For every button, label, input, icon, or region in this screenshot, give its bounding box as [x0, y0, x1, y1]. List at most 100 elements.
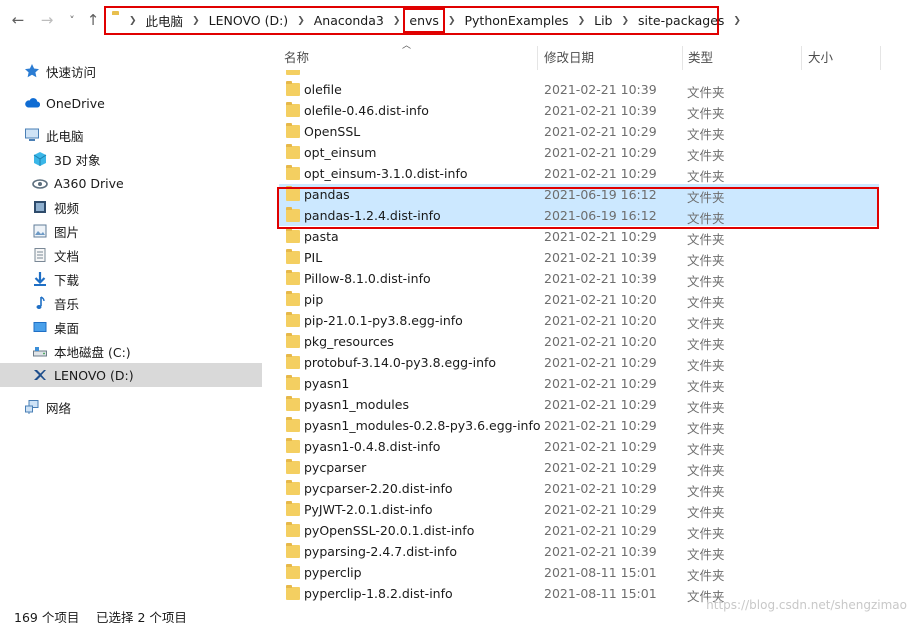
file-type: 文件夹 — [687, 463, 725, 478]
table-row[interactable]: pkg_resources 2021-02-21 10:20 文件夹 — [279, 331, 879, 352]
file-date: 2021-02-21 10:39 — [544, 82, 657, 97]
cube-icon — [32, 151, 48, 167]
table-row[interactable]: olefile 2021-02-21 10:39 文件夹 — [279, 79, 879, 100]
table-row[interactable]: PyJWT-2.0.1.dist-info 2021-02-21 10:29 文件夹 — [279, 499, 879, 520]
column-header-date[interactable]: 修改日期 — [539, 46, 683, 70]
folder-icon — [286, 102, 300, 117]
sidebar-item-label: 本地磁盘 (C:) — [54, 344, 131, 360]
folder-icon — [286, 501, 300, 516]
sidebar-item-videos[interactable]: 视频 — [0, 195, 262, 219]
table-row[interactable]: pyasn1 2021-02-21 10:29 文件夹 — [279, 373, 879, 394]
forward-arrow-icon[interactable]: → — [37, 10, 57, 30]
folder-icon — [286, 585, 300, 600]
file-name: pyasn1_modules-0.2.8-py3.6.egg-info — [304, 418, 541, 433]
network-icon — [24, 399, 40, 415]
file-type: 文件夹 — [687, 169, 725, 184]
breadcrumb-lenovo-drive[interactable]: LENOVO (D:) — [209, 13, 289, 28]
column-divider[interactable] — [537, 46, 538, 70]
breadcrumb-lib[interactable]: Lib — [594, 13, 612, 28]
breadcrumb-this-pc[interactable]: 此电脑 — [146, 11, 184, 30]
table-row[interactable]: Pillow-8.1.0.dist-info 2021-02-21 10:39 文件… — [279, 268, 879, 289]
recent-locations-chevron-icon[interactable]: ˅ — [62, 10, 82, 30]
sidebar-item-downloads[interactable]: 下载 — [0, 267, 262, 291]
file-name: pip — [304, 292, 324, 307]
sidebar-item-quick-access[interactable]: 快速访问 — [0, 59, 262, 83]
column-header-size[interactable]: 大小 — [803, 46, 879, 70]
table-row[interactable]: PIL 2021-02-21 10:39 文件夹 — [279, 247, 879, 268]
table-row[interactable]: pycparser 2021-02-21 10:29 文件夹 — [279, 457, 879, 478]
table-row[interactable]: olefile-0.46.dist-info 2021-02-21 10:39 文件… — [279, 100, 879, 121]
table-row[interactable]: pandas-1.2.4.dist-info 2021-06-19 16:12 文件… — [279, 205, 879, 226]
sidebar-item-a360-drive[interactable]: A360 Drive — [0, 171, 262, 195]
sidebar-item-lenovo-d[interactable]: LENOVO (D:) — [0, 363, 262, 387]
table-row[interactable]: pyasn1-0.4.8.dist-info 2021-02-21 10:29 文件… — [279, 436, 879, 457]
breadcrumb-pythonexamples[interactable]: PythonExamples — [464, 13, 568, 28]
address-bar[interactable]: ❯ 此电脑 ❯ LENOVO (D:) ❯ Anaconda3 ❯ envs ❯… — [104, 6, 741, 35]
table-row[interactable]: OpenSSL 2021-02-21 10:29 文件夹 — [279, 121, 879, 142]
file-name: olefile-0.46.dist-info — [304, 103, 429, 118]
file-type: 文件夹 — [687, 505, 725, 520]
folder-icon — [286, 354, 300, 369]
breadcrumb-anaconda3[interactable]: Anaconda3 — [314, 13, 384, 28]
table-row[interactable]: opt_einsum 2021-02-21 10:29 文件夹 — [279, 142, 879, 163]
sidebar-item-documents[interactable]: 文档 — [0, 243, 262, 267]
file-type: 文件夹 — [687, 85, 725, 100]
video-icon — [32, 199, 48, 215]
table-row[interactable]: protobuf-3.14.0-py3.8.egg-info 2021-02-21… — [279, 352, 879, 373]
file-type: 文件夹 — [687, 379, 725, 394]
file-name: pasta — [304, 229, 339, 244]
up-arrow-icon[interactable]: ↑ — [83, 10, 103, 30]
column-divider[interactable] — [801, 46, 802, 70]
breadcrumb-envs[interactable]: envs — [403, 8, 445, 33]
file-date: 2021-02-21 10:20 — [544, 313, 657, 328]
sidebar-item-desktop[interactable]: 桌面 — [0, 315, 262, 339]
table-row[interactable] — [279, 70, 879, 79]
folder-icon — [286, 123, 300, 138]
file-name: pycparser — [304, 460, 367, 475]
file-date: 2021-02-21 10:29 — [544, 145, 657, 160]
sidebar-item-onedrive[interactable]: OneDrive — [0, 91, 262, 115]
sidebar-item-local-disk-c[interactable]: 本地磁盘 (C:) — [0, 339, 262, 363]
table-row[interactable]: pasta 2021-02-21 10:29 文件夹 — [279, 226, 879, 247]
sidebar-item-music[interactable]: 音乐 — [0, 291, 262, 315]
sidebar-item-label: 音乐 — [54, 296, 80, 312]
folder-icon — [286, 270, 300, 285]
file-name: opt_einsum-3.1.0.dist-info — [304, 166, 468, 181]
navigation-bar: ← → ˅ ↑ ❯ 此电脑 ❯ LENOVO (D:) ❯ Anaconda3 … — [0, 0, 919, 51]
file-name: Pillow-8.1.0.dist-info — [304, 271, 431, 286]
table-row[interactable]: opt_einsum-3.1.0.dist-info 2021-02-21 10:… — [279, 163, 879, 184]
table-row[interactable]: pyparsing-2.4.7.dist-info 2021-02-21 10:3… — [279, 541, 879, 562]
file-type: 文件夹 — [687, 190, 725, 205]
file-date: 2021-02-21 10:29 — [544, 355, 657, 370]
folder-icon — [286, 480, 300, 495]
sidebar-item-3d-objects[interactable]: 3D 对象 — [0, 147, 262, 171]
breadcrumb-site-packages[interactable]: site-packages — [638, 13, 724, 28]
file-type: 文件夹 — [687, 148, 725, 163]
drive-icon — [32, 343, 48, 359]
sidebar-item-pictures[interactable]: 图片 — [0, 219, 262, 243]
table-row[interactable]: pandas 2021-06-19 16:12 文件夹 — [279, 184, 879, 205]
file-date: 2021-02-21 10:20 — [544, 292, 657, 307]
table-row[interactable]: pycparser-2.20.dist-info 2021-02-21 10:29… — [279, 478, 879, 499]
file-date: 2021-02-21 10:29 — [544, 166, 657, 181]
sidebar-item-this-pc[interactable]: 此电脑 — [0, 123, 262, 147]
file-name: pkg_resources — [304, 334, 394, 349]
table-row[interactable]: pyasn1_modules 2021-02-21 10:29 文件夹 — [279, 394, 879, 415]
file-name: pyasn1-0.4.8.dist-info — [304, 439, 441, 454]
sidebar-item-network[interactable]: 网络 — [0, 395, 262, 419]
file-type: 文件夹 — [687, 358, 725, 373]
file-list: olefile 2021-02-21 10:39 文件夹 olefile-0.46.d… — [279, 70, 882, 605]
table-row[interactable]: pip 2021-02-21 10:20 文件夹 — [279, 289, 879, 310]
column-header-name[interactable]: 名称 — [279, 46, 537, 70]
table-row[interactable]: pyasn1_modules-0.2.8-py3.6.egg-info 2021-… — [279, 415, 879, 436]
file-type: 文件夹 — [687, 274, 725, 289]
column-divider[interactable] — [880, 46, 881, 70]
table-row[interactable]: pyperclip 2021-08-11 15:01 文件夹 — [279, 562, 879, 583]
sidebar-item-label: 快速访问 — [46, 64, 97, 80]
file-date: 2021-02-21 10:20 — [544, 334, 657, 349]
column-header-type[interactable]: 类型 — [683, 46, 801, 70]
table-row[interactable]: pyOpenSSL-20.0.1.dist-info 2021-02-21 10:… — [279, 520, 879, 541]
back-arrow-icon[interactable]: ← — [8, 10, 28, 30]
table-row[interactable]: pip-21.0.1-py3.8.egg-info 2021-02-21 10:2… — [279, 310, 879, 331]
file-date: 2021-08-11 15:01 — [544, 586, 657, 601]
